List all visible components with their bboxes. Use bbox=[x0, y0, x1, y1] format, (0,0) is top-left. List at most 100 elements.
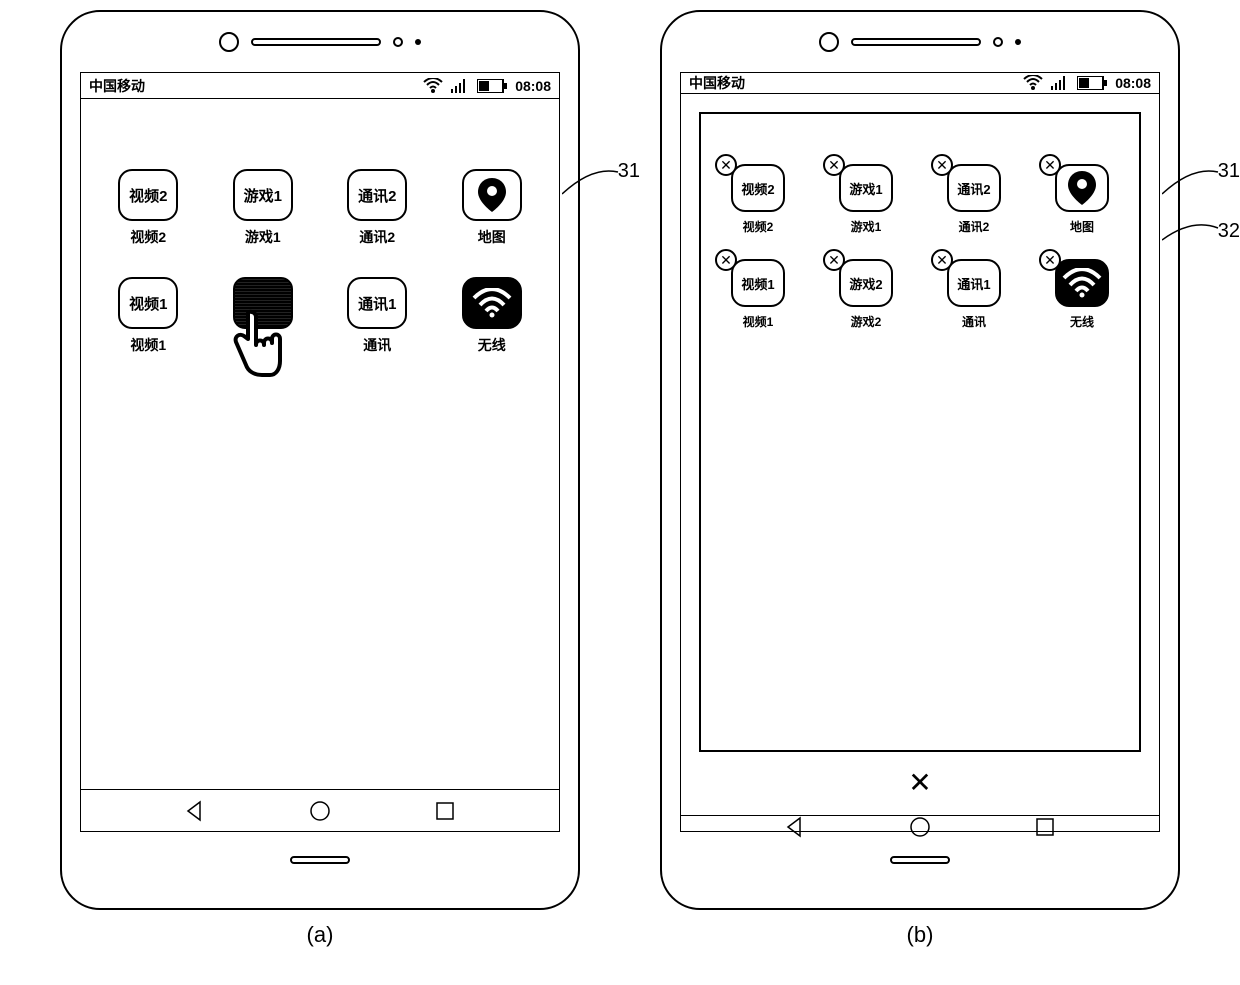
app-icon[interactable]: 通讯1 bbox=[347, 277, 407, 329]
wifi-icon bbox=[1023, 75, 1043, 91]
status-bar: 中国移动 08:08 bbox=[681, 73, 1159, 94]
speaker-icon bbox=[251, 38, 381, 46]
sensor-dot bbox=[1015, 39, 1021, 45]
nav-bar bbox=[681, 815, 1159, 838]
recents-icon[interactable] bbox=[434, 800, 456, 822]
homescreen-b[interactable]: 视频2视频2✕游戏1游戏1✕通讯2通讯2✕地图✕视频1视频1✕游戏2游戏2✕通讯… bbox=[681, 94, 1159, 815]
app-icon[interactable]: 游戏1 bbox=[839, 164, 893, 212]
back-icon[interactable] bbox=[184, 800, 206, 822]
app-4[interactable]: 视频1视频1 bbox=[101, 277, 196, 355]
app-icon[interactable]: 视频2 bbox=[118, 169, 178, 221]
time-label: 08:08 bbox=[1115, 75, 1151, 91]
app-icon[interactable]: 通讯2 bbox=[947, 164, 1001, 212]
back-icon[interactable] bbox=[784, 816, 806, 838]
app-3[interactable]: 地图 bbox=[445, 169, 540, 247]
app-label: 无线 bbox=[478, 335, 506, 355]
callout-31a: 31 bbox=[618, 160, 640, 183]
app-7[interactable]: 无线✕ bbox=[1035, 259, 1129, 330]
time-label: 08:08 bbox=[515, 78, 551, 94]
app-5[interactable]: 游戏2游戏2✕ bbox=[819, 259, 913, 330]
callout-31b: 31 bbox=[1218, 160, 1240, 183]
app-5[interactable] bbox=[216, 277, 311, 355]
app-icon[interactable] bbox=[462, 169, 522, 221]
delete-badge[interactable]: ✕ bbox=[931, 249, 953, 271]
callout-32: 32 bbox=[1218, 220, 1240, 243]
recents-icon[interactable] bbox=[1034, 816, 1056, 838]
app-label: 视频1 bbox=[743, 313, 774, 330]
app-icon[interactable]: 游戏2 bbox=[839, 259, 893, 307]
app-label: 地图 bbox=[1070, 218, 1094, 235]
delete-badge[interactable]: ✕ bbox=[715, 249, 737, 271]
battery-icon bbox=[477, 79, 507, 93]
speaker-icon bbox=[851, 38, 981, 46]
app-2[interactable]: 通讯2通讯2 bbox=[330, 169, 425, 247]
app-label: 游戏1 bbox=[245, 227, 281, 247]
app-1[interactable]: 游戏1游戏1✕ bbox=[819, 164, 913, 235]
phone-a: 中国移动 08:08 视频2视频2游戏1游戏1通讯2通讯2地图视频1视频1通讯1… bbox=[60, 10, 580, 910]
app-1[interactable]: 游戏1游戏1 bbox=[216, 169, 311, 247]
app-icon[interactable]: 视频1 bbox=[118, 277, 178, 329]
home-icon[interactable] bbox=[909, 816, 931, 838]
app-label: 游戏1 bbox=[851, 218, 882, 235]
subfig-b-label: (b) bbox=[907, 922, 934, 948]
app-icon[interactable]: 通讯2 bbox=[347, 169, 407, 221]
carrier-label: 中国移动 bbox=[89, 76, 145, 96]
carrier-label: 中国移动 bbox=[689, 73, 745, 93]
app-icon[interactable]: 通讯1 bbox=[947, 259, 1001, 307]
home-button[interactable] bbox=[290, 856, 350, 864]
home-icon[interactable] bbox=[309, 800, 331, 822]
delete-badge[interactable]: ✕ bbox=[823, 249, 845, 271]
delete-badge[interactable]: ✕ bbox=[1039, 249, 1061, 271]
sensor-dot bbox=[415, 39, 421, 45]
app-label: 通讯 bbox=[962, 313, 986, 330]
app-6[interactable]: 通讯1通讯 bbox=[330, 277, 425, 355]
phone-b: 中国移动 08:08 视频2视频2✕游戏1游戏1✕通讯2通讯2✕地图✕视频1视频… bbox=[660, 10, 1180, 910]
app-icon[interactable] bbox=[1055, 259, 1109, 307]
edit-panel: 视频2视频2✕游戏1游戏1✕通讯2通讯2✕地图✕视频1视频1✕游戏2游戏2✕通讯… bbox=[699, 112, 1141, 752]
homescreen-a[interactable]: 视频2视频2游戏1游戏1通讯2通讯2地图视频1视频1通讯1通讯无线 bbox=[81, 99, 559, 789]
app-label: 视频2 bbox=[743, 218, 774, 235]
screen-a: 中国移动 08:08 视频2视频2游戏1游戏1通讯2通讯2地图视频1视频1通讯1… bbox=[80, 72, 560, 832]
app-label: 通讯2 bbox=[359, 227, 395, 247]
app-3[interactable]: 地图✕ bbox=[1035, 164, 1129, 235]
app-icon[interactable] bbox=[462, 277, 522, 329]
app-label: 无线 bbox=[1070, 313, 1094, 330]
sensor-row bbox=[62, 12, 578, 72]
camera-icon bbox=[219, 32, 239, 52]
app-icon[interactable]: 视频1 bbox=[731, 259, 785, 307]
app-icon[interactable]: 游戏1 bbox=[233, 169, 293, 221]
app-2[interactable]: 通讯2通讯2✕ bbox=[927, 164, 1021, 235]
app-7[interactable]: 无线 bbox=[445, 277, 540, 355]
delete-badge[interactable]: ✕ bbox=[823, 154, 845, 176]
close-edit-button[interactable]: ✕ bbox=[691, 760, 1149, 805]
app-6[interactable]: 通讯1通讯✕ bbox=[927, 259, 1021, 330]
home-button[interactable] bbox=[890, 856, 950, 864]
nav-bar bbox=[81, 789, 559, 831]
app-0[interactable]: 视频2视频2✕ bbox=[711, 164, 805, 235]
delete-badge[interactable]: ✕ bbox=[1039, 154, 1061, 176]
battery-icon bbox=[1077, 76, 1107, 90]
app-icon[interactable] bbox=[1055, 164, 1109, 212]
screen-b: 中国移动 08:08 视频2视频2✕游戏1游戏1✕通讯2通讯2✕地图✕视频1视频… bbox=[680, 72, 1160, 832]
app-label: 地图 bbox=[478, 227, 506, 247]
app-label: 通讯2 bbox=[959, 218, 990, 235]
subfig-a-label: (a) bbox=[307, 922, 334, 948]
phone-a-wrap: 中国移动 08:08 视频2视频2游戏1游戏1通讯2通讯2地图视频1视频1通讯1… bbox=[60, 10, 580, 948]
signal-icon bbox=[1051, 76, 1069, 90]
app-icon[interactable]: 视频2 bbox=[731, 164, 785, 212]
hand-icon bbox=[226, 309, 284, 384]
status-bar: 中国移动 08:08 bbox=[81, 73, 559, 99]
app-4[interactable]: 视频1视频1✕ bbox=[711, 259, 805, 330]
delete-badge[interactable]: ✕ bbox=[931, 154, 953, 176]
sensor-icon bbox=[393, 37, 403, 47]
sensor-icon bbox=[993, 37, 1003, 47]
delete-badge[interactable]: ✕ bbox=[715, 154, 737, 176]
camera-icon bbox=[819, 32, 839, 52]
app-label: 视频2 bbox=[130, 227, 166, 247]
wifi-icon bbox=[423, 78, 443, 94]
phone-b-wrap: 中国移动 08:08 视频2视频2✕游戏1游戏1✕通讯2通讯2✕地图✕视频1视频… bbox=[660, 10, 1180, 948]
sensor-row bbox=[662, 12, 1178, 72]
app-0[interactable]: 视频2视频2 bbox=[101, 169, 196, 247]
signal-icon bbox=[451, 79, 469, 93]
app-label: 视频1 bbox=[130, 335, 166, 355]
